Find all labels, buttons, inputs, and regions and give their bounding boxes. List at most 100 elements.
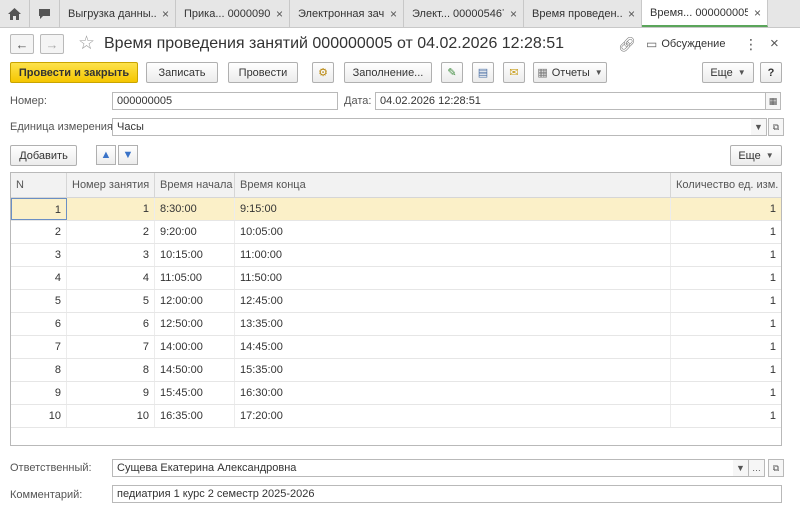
column-header-n[interactable]: N xyxy=(11,173,67,198)
edit-button[interactable]: ✎ xyxy=(441,62,463,83)
tab-e-record[interactable]: Электронная зач... × xyxy=(290,0,404,27)
cell-lesson[interactable]: 2 xyxy=(67,221,155,243)
post-button[interactable]: Провести xyxy=(228,62,298,83)
fill-button[interactable]: Заполнение... xyxy=(344,62,432,83)
responsible-select-button[interactable]: … xyxy=(749,459,765,477)
cell-start[interactable]: 12:50:00 xyxy=(155,313,235,335)
cell-end[interactable]: 17:20:00 xyxy=(235,405,671,427)
cell-qty[interactable]: 1 xyxy=(671,221,781,243)
table-row[interactable]: 5 5 12:00:00 12:45:00 1 xyxy=(11,290,781,313)
cell-start[interactable]: 14:00:00 xyxy=(155,336,235,358)
close-icon[interactable]: × xyxy=(390,7,397,21)
cell-qty[interactable]: 1 xyxy=(671,336,781,358)
cell-end[interactable]: 16:30:00 xyxy=(235,382,671,404)
cell-start[interactable]: 11:05:00 xyxy=(155,267,235,289)
move-up-button[interactable]: ▲ xyxy=(96,145,116,165)
unit-open-button[interactable]: ⧉ xyxy=(768,118,784,136)
cell-lesson[interactable]: 9 xyxy=(67,382,155,404)
settings-doc-button[interactable]: ⚙ xyxy=(312,62,334,83)
cell-start[interactable]: 16:35:00 xyxy=(155,405,235,427)
cell-n[interactable]: 4 xyxy=(11,267,67,289)
cell-n[interactable]: 7 xyxy=(11,336,67,358)
cell-lesson[interactable]: 10 xyxy=(67,405,155,427)
cell-lesson[interactable]: 6 xyxy=(67,313,155,335)
cell-n[interactable]: 10 xyxy=(11,405,67,427)
cell-end[interactable]: 13:35:00 xyxy=(235,313,671,335)
cell-n[interactable]: 1 xyxy=(11,198,67,220)
unit-dropdown-button[interactable]: ▼ xyxy=(751,118,767,136)
cell-qty[interactable]: 1 xyxy=(671,359,781,381)
table-row[interactable]: 2 2 9:20:00 10:05:00 1 xyxy=(11,221,781,244)
tab-export[interactable]: Выгрузка данны... × xyxy=(60,0,176,27)
cell-qty[interactable]: 1 xyxy=(671,244,781,266)
table-row[interactable]: 6 6 12:50:00 13:35:00 1 xyxy=(11,313,781,336)
date-field[interactable]: 04.02.2026 12:28:51 xyxy=(375,92,766,110)
column-header-start[interactable]: Время начала xyxy=(155,173,235,198)
print-button[interactable]: ▤ xyxy=(472,62,494,83)
cell-n[interactable]: 9 xyxy=(11,382,67,404)
post-and-close-button[interactable]: Провести и закрыть xyxy=(10,62,138,83)
unit-field[interactable]: Часы xyxy=(112,118,752,136)
column-header-lesson[interactable]: Номер занятия xyxy=(67,173,155,198)
table-row[interactable]: 4 4 11:05:00 11:50:00 1 xyxy=(11,267,781,290)
cell-lesson[interactable]: 1 xyxy=(67,198,155,220)
cell-lesson[interactable]: 4 xyxy=(67,267,155,289)
help-button[interactable]: ? xyxy=(760,62,782,83)
cell-n[interactable]: 2 xyxy=(11,221,67,243)
cell-end[interactable]: 11:50:00 xyxy=(235,267,671,289)
move-down-button[interactable]: ▼ xyxy=(118,145,138,165)
more-button[interactable]: Еще ▼ xyxy=(702,62,754,83)
close-icon[interactable]: × xyxy=(510,7,517,21)
home-button[interactable] xyxy=(0,0,30,27)
cell-end[interactable]: 11:00:00 xyxy=(235,244,671,266)
back-button[interactable]: ← xyxy=(10,34,34,54)
cell-n[interactable]: 5 xyxy=(11,290,67,312)
cell-start[interactable]: 14:50:00 xyxy=(155,359,235,381)
cell-lesson[interactable]: 5 xyxy=(67,290,155,312)
tab-order[interactable]: Прика... 000009032 × xyxy=(176,0,290,27)
cell-end[interactable]: 10:05:00 xyxy=(235,221,671,243)
forward-button[interactable]: → xyxy=(40,34,64,54)
table-row[interactable]: 1 1 8:30:00 9:15:00 1 xyxy=(11,198,781,221)
table-row[interactable]: 10 10 16:35:00 17:20:00 1 xyxy=(11,405,781,428)
cell-start[interactable]: 9:20:00 xyxy=(155,221,235,243)
cell-qty[interactable]: 1 xyxy=(671,267,781,289)
cell-qty[interactable]: 1 xyxy=(671,198,781,220)
number-field[interactable]: 000000005 xyxy=(112,92,338,110)
messages-button[interactable] xyxy=(30,0,60,27)
close-icon[interactable]: × xyxy=(628,7,635,21)
cell-start[interactable]: 10:15:00 xyxy=(155,244,235,266)
discussion-button[interactable]: ▭ Обсуждение xyxy=(646,37,725,51)
add-row-button[interactable]: Добавить xyxy=(10,145,77,166)
table-row[interactable]: 3 3 10:15:00 11:00:00 1 xyxy=(11,244,781,267)
mail-button[interactable]: ✉ xyxy=(503,62,525,83)
save-button[interactable]: Записать xyxy=(146,62,218,83)
table-row[interactable]: 8 8 14:50:00 15:35:00 1 xyxy=(11,359,781,382)
close-icon[interactable]: × xyxy=(770,35,779,52)
responsible-dropdown-button[interactable]: ▼ xyxy=(733,459,749,477)
cell-qty[interactable]: 1 xyxy=(671,290,781,312)
table-more-button[interactable]: Еще ▼ xyxy=(730,145,782,166)
tab-e-doc[interactable]: Элект... 000005467 × xyxy=(404,0,524,27)
responsible-field[interactable]: Сущева Екатерина Александровна xyxy=(112,459,734,477)
close-icon[interactable]: × xyxy=(754,6,761,20)
more-options-icon[interactable]: ⋮ xyxy=(744,36,758,53)
cell-end[interactable]: 14:45:00 xyxy=(235,336,671,358)
table-row[interactable]: 7 7 14:00:00 14:45:00 1 xyxy=(11,336,781,359)
cell-end[interactable]: 9:15:00 xyxy=(235,198,671,220)
cell-qty[interactable]: 1 xyxy=(671,382,781,404)
cell-start[interactable]: 8:30:00 xyxy=(155,198,235,220)
cell-end[interactable]: 12:45:00 xyxy=(235,290,671,312)
cell-start[interactable]: 15:45:00 xyxy=(155,382,235,404)
close-icon[interactable]: × xyxy=(162,7,169,21)
cell-qty[interactable]: 1 xyxy=(671,313,781,335)
close-icon[interactable]: × xyxy=(276,7,283,21)
cell-start[interactable]: 12:00:00 xyxy=(155,290,235,312)
responsible-open-button[interactable]: ⧉ xyxy=(768,459,784,477)
table-row[interactable]: 9 9 15:45:00 16:30:00 1 xyxy=(11,382,781,405)
cell-lesson[interactable]: 7 xyxy=(67,336,155,358)
cell-n[interactable]: 3 xyxy=(11,244,67,266)
cell-n[interactable]: 8 xyxy=(11,359,67,381)
tab-schedule-doc[interactable]: Время... 000000005 × xyxy=(642,0,768,27)
cell-qty[interactable]: 1 xyxy=(671,405,781,427)
